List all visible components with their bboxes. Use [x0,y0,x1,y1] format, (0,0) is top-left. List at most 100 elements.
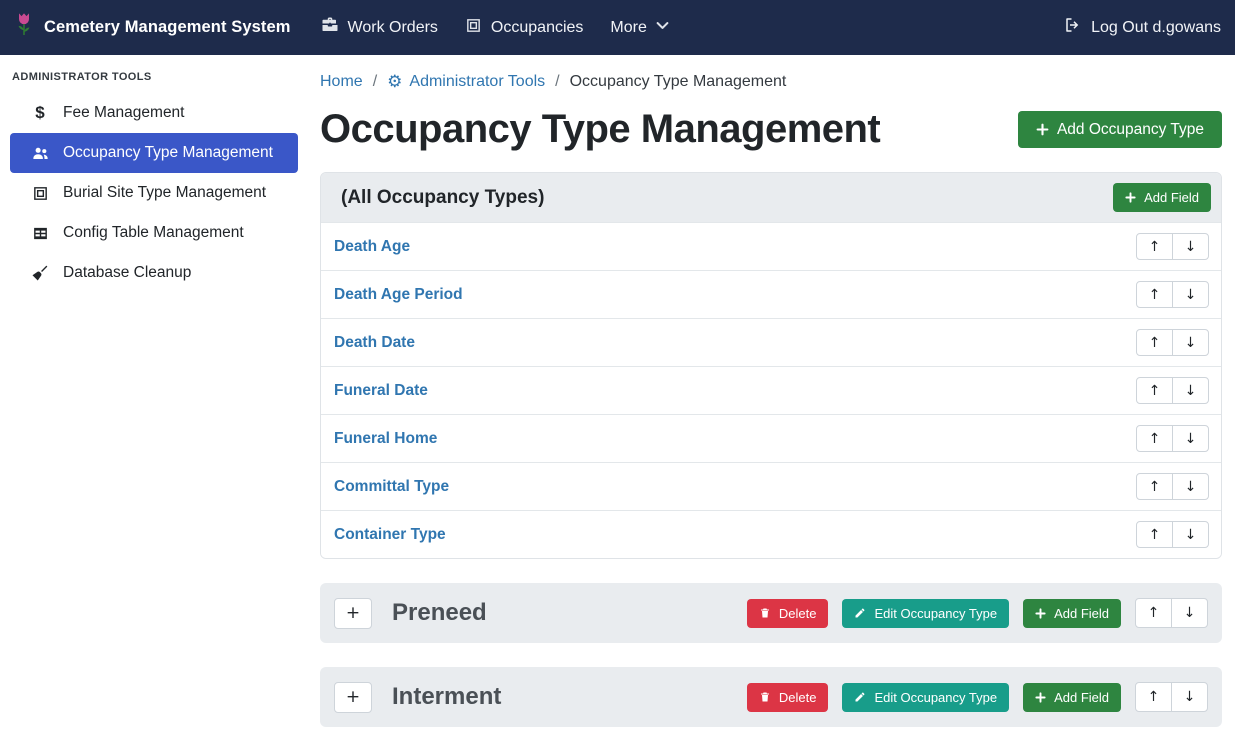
sidebar-item-label: Occupancy Type Management [63,144,273,162]
add-occupancy-type-label: Add Occupancy Type [1057,122,1204,138]
reorder-controls: ↑ ↓ [1136,377,1209,404]
reorder-controls: ↑ ↓ [1136,425,1209,452]
app-logo-icon [14,11,34,44]
users-icon [30,144,50,163]
breadcrumb-admin-label: Administrator Tools [409,73,545,91]
delete-label: Delete [779,607,817,620]
plus-icon [1035,608,1046,619]
occupancy-type-title: Interment [392,683,501,711]
field-row: Committal Type ↑ ↓ [321,462,1221,510]
field-link[interactable]: Death Date [334,334,415,352]
frame-icon [30,185,50,202]
sidebar-item-database-cleanup[interactable]: Database Cleanup [10,253,298,293]
move-up-button[interactable]: ↑ [1135,682,1172,712]
nav-more[interactable]: More [610,19,668,37]
move-down-button[interactable]: ↓ [1172,233,1209,260]
nav-work-orders-label: Work Orders [348,19,438,37]
reorder-controls: ↑ ↓ [1136,329,1209,356]
expand-button[interactable]: + [334,682,372,713]
reorder-controls: ↑ ↓ [1136,473,1209,500]
reorder-controls: ↑ ↓ [1136,521,1209,548]
field-link[interactable]: Death Age [334,238,410,256]
move-up-button[interactable]: ↑ [1135,598,1172,628]
move-up-button[interactable]: ↑ [1136,281,1173,308]
delete-button[interactable]: Delete [747,683,829,712]
main-content: Home / ⚙ Administrator Tools / Occupancy… [308,55,1235,738]
occupancy-type-title: Preneed [392,599,487,627]
sidebar-item-label: Fee Management [63,104,185,122]
add-field-button[interactable]: Add Field [1023,683,1121,712]
reorder-controls: ↑ ↓ [1135,598,1208,628]
field-link[interactable]: Container Type [334,526,446,544]
field-row: Death Age Period ↑ ↓ [321,270,1221,318]
add-field-label: Add Field [1144,191,1199,204]
move-up-button[interactable]: ↑ [1136,473,1173,500]
section-actions: Delete Edit Occupancy Type Add Field ↑ [747,682,1208,712]
move-down-button[interactable]: ↓ [1171,682,1208,712]
sidebar-item-fee-management[interactable]: $ Fee Management [10,93,298,133]
breadcrumb-admin-tools[interactable]: ⚙ Administrator Tools [387,73,545,91]
field-row: Death Date ↑ ↓ [321,318,1221,366]
add-field-button[interactable]: Add Field [1113,183,1211,212]
sidebar-item-label: Burial Site Type Management [63,184,266,202]
top-navigation: Work Orders Occupancies More [321,16,669,39]
move-down-button[interactable]: ↓ [1172,281,1209,308]
add-field-button[interactable]: Add Field [1023,599,1121,628]
work-orders-icon [321,16,339,39]
field-row: Funeral Date ↑ ↓ [321,366,1221,414]
app-brand[interactable]: Cemetery Management System [14,11,291,44]
sidebar-item-label: Config Table Management [63,224,244,242]
sidebar-item-burial-site-type-management[interactable]: Burial Site Type Management [10,173,298,213]
field-link[interactable]: Funeral Date [334,382,428,400]
logout-icon [1064,16,1082,39]
gear-icon: ⚙ [387,74,402,91]
move-up-button[interactable]: ↑ [1136,329,1173,356]
trash-icon [759,607,771,619]
delete-label: Delete [779,691,817,704]
topbar: Cemetery Management System Work Orders O… [0,0,1235,55]
trash-icon [759,691,771,703]
page-title: Occupancy Type Management [320,107,880,152]
sidebar-item-occupancy-type-management[interactable]: Occupancy Type Management [10,133,298,173]
sidebar-item-config-table-management[interactable]: Config Table Management [10,213,298,253]
edit-occupancy-type-button[interactable]: Edit Occupancy Type [842,599,1009,628]
field-link[interactable]: Committal Type [334,478,449,496]
field-link[interactable]: Funeral Home [334,430,437,448]
move-down-button[interactable]: ↓ [1172,521,1209,548]
nav-work-orders[interactable]: Work Orders [321,16,438,39]
move-up-button[interactable]: ↑ [1136,233,1173,260]
dollar-icon: $ [30,103,50,123]
breadcrumb: Home / ⚙ Administrator Tools / Occupancy… [320,73,1222,91]
move-down-button[interactable]: ↓ [1172,377,1209,404]
move-down-button[interactable]: ↓ [1171,598,1208,628]
app-title: Cemetery Management System [44,18,291,37]
breadcrumb-separator: / [373,73,377,91]
broom-icon [30,264,50,282]
all-occupancy-types-card: (All Occupancy Types) Add Field Death Ag… [320,172,1222,559]
reorder-controls: ↑ ↓ [1136,281,1209,308]
breadcrumb-home[interactable]: Home [320,73,363,91]
expand-button[interactable]: + [334,598,372,629]
move-up-button[interactable]: ↑ [1136,377,1173,404]
card-title: (All Occupancy Types) [341,187,544,209]
move-down-button[interactable]: ↓ [1172,425,1209,452]
plus-icon [1036,123,1049,136]
add-field-label: Add Field [1054,691,1109,704]
nav-occupancies[interactable]: Occupancies [465,17,584,39]
move-up-button[interactable]: ↑ [1136,521,1173,548]
field-row: Death Age ↑ ↓ [321,222,1221,270]
move-down-button[interactable]: ↓ [1172,473,1209,500]
pencil-icon [854,607,866,619]
edit-occupancy-type-label: Edit Occupancy Type [874,691,997,704]
field-link[interactable]: Death Age Period [334,286,463,304]
add-occupancy-type-button[interactable]: Add Occupancy Type [1018,111,1222,149]
move-up-button[interactable]: ↑ [1136,425,1173,452]
occupancy-type-section-interment: + Interment Delete Edit Occupancy Type [320,667,1222,727]
delete-button[interactable]: Delete [747,599,829,628]
table-icon [30,225,50,242]
card-header: (All Occupancy Types) Add Field [321,173,1221,222]
field-row: Container Type ↑ ↓ [321,510,1221,558]
edit-occupancy-type-button[interactable]: Edit Occupancy Type [842,683,1009,712]
move-down-button[interactable]: ↓ [1172,329,1209,356]
logout-button[interactable]: Log Out d.gowans [1064,16,1221,39]
